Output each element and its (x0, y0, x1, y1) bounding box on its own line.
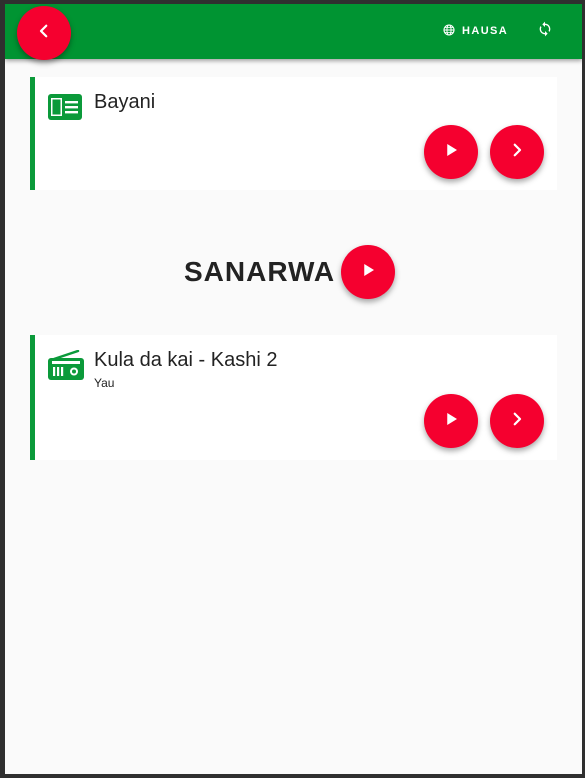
chevron-right-icon (508, 410, 526, 433)
language-label: HAUSA (462, 25, 509, 37)
language-selector[interactable]: HAUSA (443, 21, 508, 41)
play-icon (359, 261, 377, 284)
play-icon (442, 410, 460, 433)
back-button[interactable] (17, 6, 71, 60)
play-icon (442, 141, 460, 164)
article-icon (48, 94, 82, 125)
card-title: Kula da kai - Kashi 2 (94, 349, 278, 371)
section-title: SANARWA (184, 256, 336, 287)
play-button[interactable] (424, 394, 478, 448)
open-button[interactable] (490, 125, 544, 179)
section-play-button[interactable] (341, 245, 396, 299)
chevron-left-icon (35, 22, 53, 45)
app-screen: HAUSA Bayani SANARWA Kula da kai - Kashi… (5, 4, 582, 774)
globe-icon (443, 23, 455, 39)
refresh-button[interactable] (533, 19, 557, 43)
play-button[interactable] (424, 125, 478, 179)
section-header: SANARWA (184, 245, 396, 299)
open-button[interactable] (490, 394, 544, 448)
card-title: Bayani (94, 91, 156, 113)
card-subtitle: Yau (94, 376, 115, 390)
content-card[interactable]: Kula da kai - Kashi 2 Yau (30, 335, 557, 460)
content-card[interactable]: Bayani (30, 77, 557, 190)
chevron-right-icon (508, 141, 526, 164)
refresh-icon (537, 21, 553, 42)
radio-icon (48, 349, 84, 385)
app-bar: HAUSA (5, 4, 582, 59)
